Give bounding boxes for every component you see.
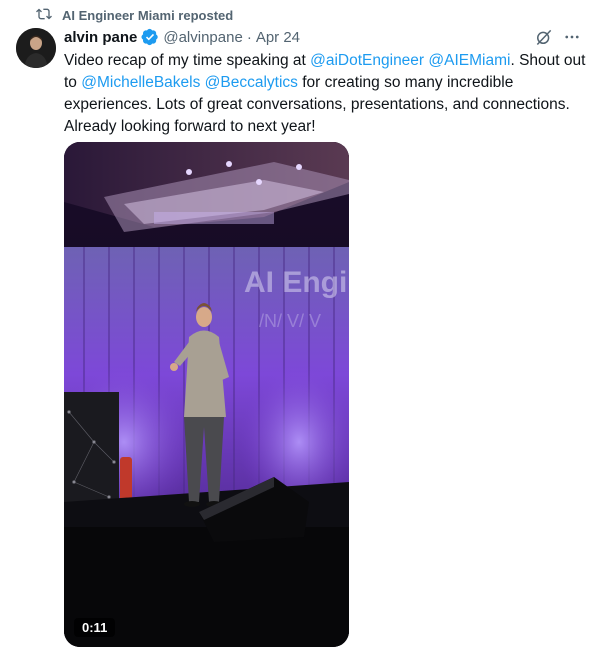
video-thumbnail: AI Engine /N/ V/ V bbox=[64, 142, 349, 647]
banner-text: AI Engine bbox=[244, 266, 349, 299]
grok-icon[interactable] bbox=[533, 26, 555, 48]
mention-link[interactable]: @aiDotEngineer bbox=[310, 52, 424, 69]
more-icon[interactable] bbox=[561, 26, 583, 48]
repost-icon bbox=[36, 6, 52, 25]
repost-indicator[interactable]: AI Engineer Miami reposted bbox=[36, 6, 233, 24]
mention-link[interactable]: @AIEMiami bbox=[428, 52, 510, 69]
mention-link[interactable]: @Beccalytics bbox=[205, 74, 298, 91]
author-name[interactable]: alvin pane bbox=[64, 29, 137, 46]
video-player[interactable]: AI Engine /N/ V/ V 0 bbox=[64, 142, 349, 647]
separator-dot: · bbox=[246, 28, 252, 46]
tweet-text: Video recap of my time speaking at @aiDo… bbox=[64, 50, 588, 138]
avatar[interactable] bbox=[16, 28, 56, 68]
tweet-date[interactable]: Apr 24 bbox=[256, 29, 300, 46]
repost-label: AI Engineer Miami reposted bbox=[62, 7, 234, 23]
author-handle[interactable]: @alvinpane bbox=[163, 29, 242, 46]
tweet-header: alvin pane @alvinpane · Apr 24 bbox=[64, 27, 300, 47]
verified-badge-icon bbox=[141, 28, 159, 46]
video-duration: 0:11 bbox=[74, 618, 116, 637]
tweet-text-segment: Video recap of my time speaking at bbox=[64, 52, 311, 69]
svg-text:/N/ V/ V: /N/ V/ V bbox=[259, 311, 321, 331]
mention-link[interactable]: @MichelleBakels bbox=[81, 74, 200, 91]
